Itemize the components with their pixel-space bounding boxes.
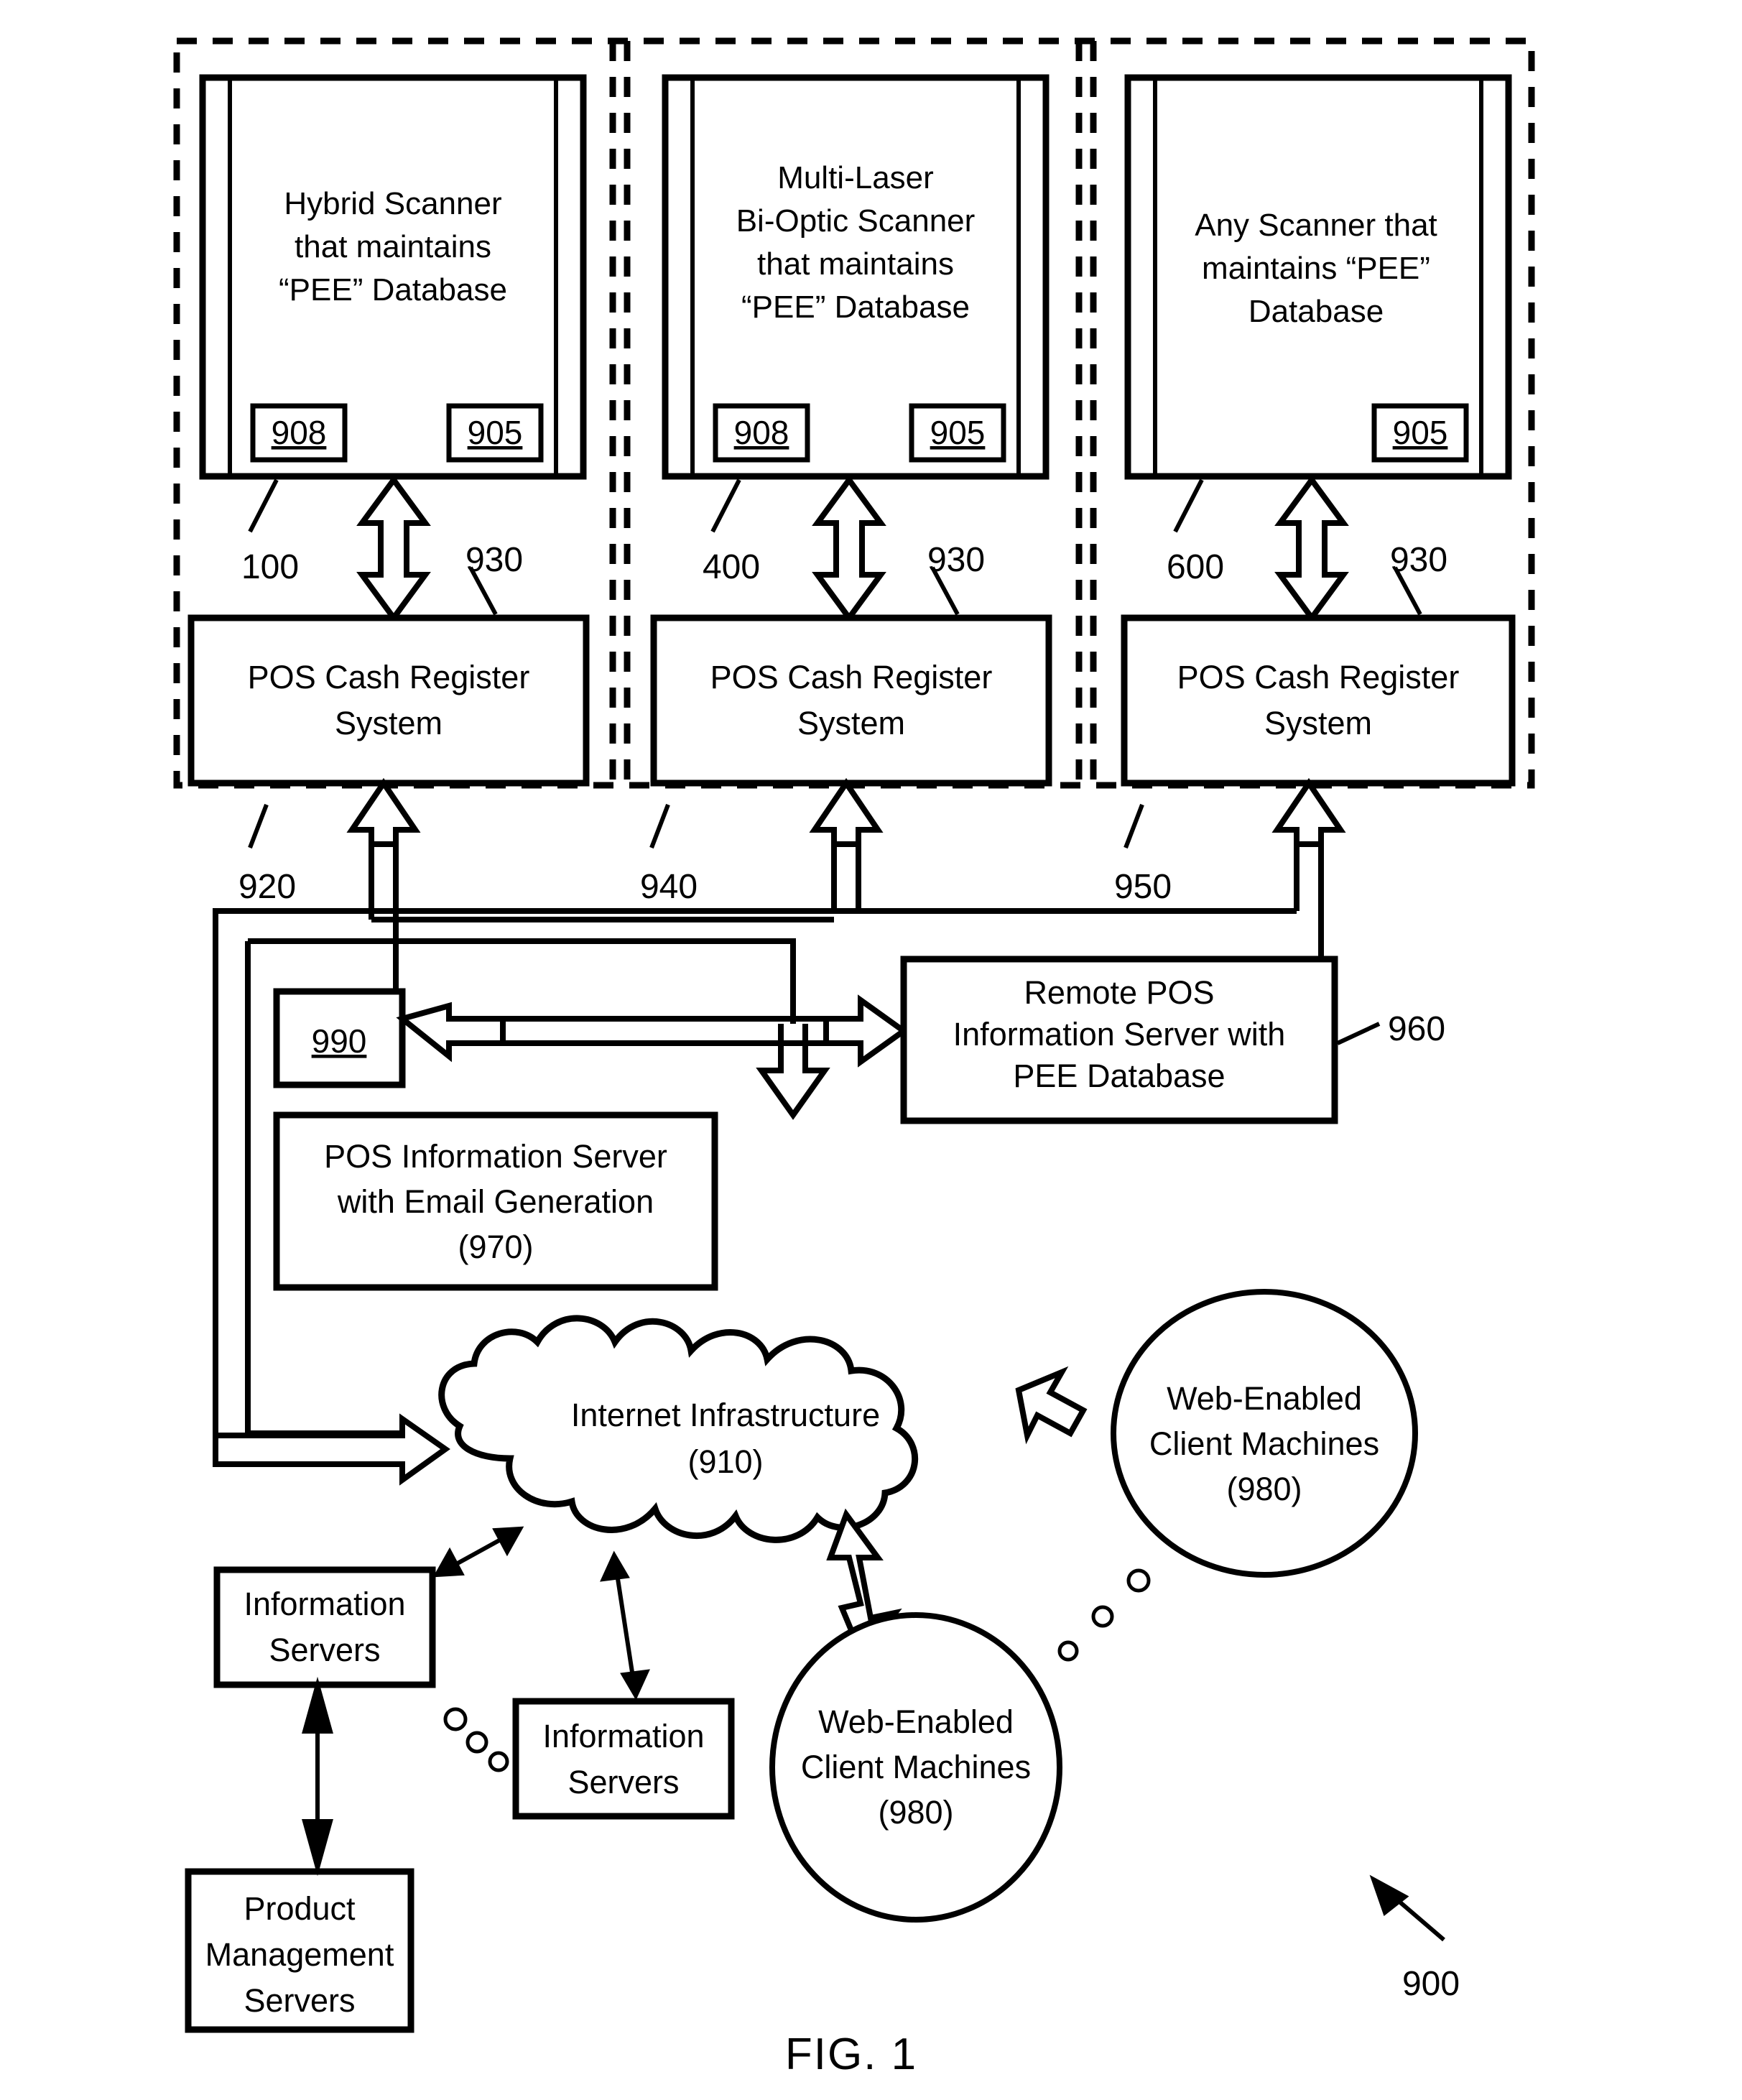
scanner-label-3-line1: Any Scanner that — [1195, 208, 1437, 243]
leader-line-920 — [248, 803, 269, 849]
internet-label-line2: (910) — [687, 1443, 763, 1480]
arrow-cloud-to-info1-head — [432, 1547, 465, 1578]
link-arrow-930-1 — [356, 475, 431, 623]
product-mgmt-line2: Management — [205, 1936, 394, 1973]
ref-label-600: 600 — [1167, 548, 1224, 586]
ref-label-930-2: 930 — [927, 541, 985, 579]
ref-label-905-2: 905 — [930, 414, 986, 451]
ref-label-940: 940 — [640, 868, 698, 906]
info-servers-2-line1: Information — [542, 1718, 704, 1754]
scanner-label-3-line2: maintains “PEE” — [1202, 251, 1430, 286]
scanner-label-2-line4: “PEE” Database — [741, 290, 970, 325]
bus-arrow-940 — [809, 777, 884, 847]
pos-register-box-1[interactable] — [187, 614, 590, 787]
ref-label-400: 400 — [703, 548, 760, 586]
info-servers-1-line1: Information — [244, 1586, 405, 1622]
ref-label-950: 950 — [1114, 868, 1172, 906]
ref-label-900: 900 — [1402, 1965, 1460, 2003]
ellipsis-dot-servers-1 — [443, 1707, 468, 1731]
leader-line-960 — [1336, 1022, 1381, 1045]
arrow-pm-to-info1-head-up — [302, 1676, 333, 1734]
ref-label-990: 990 — [312, 1022, 367, 1060]
pos-register-label-2-line1: POS Cash Register — [710, 659, 993, 695]
pos-register-label-1-line1: POS Cash Register — [248, 659, 530, 695]
client-top-line3: (980) — [1226, 1471, 1302, 1507]
remote-pos-server-line2: Information Server with — [953, 1016, 1286, 1053]
ref-label-960: 960 — [1388, 1010, 1445, 1048]
ellipsis-dot-client-2 — [1091, 1605, 1114, 1628]
link-arrow-930-3 — [1274, 475, 1349, 623]
scanner-label-1-line1: Hybrid Scanner — [284, 186, 501, 221]
ref-label-930-1: 930 — [465, 541, 523, 579]
arrow-info2-to-cloud-head — [620, 1669, 650, 1701]
arrow-into-pos-info-server — [756, 1040, 830, 1120]
patent-figure: Hybrid Scanner that maintains “PEE” Data… — [0, 0, 1742, 2100]
pos-register-box-2[interactable] — [650, 614, 1052, 787]
figure-1-diagram: Hybrid Scanner that maintains “PEE” Data… — [173, 37, 1535, 2079]
scanner-label-2-line2: Bi-Optic Scanner — [736, 203, 976, 239]
leader-arrowhead-900 — [1369, 1874, 1409, 1916]
arrow-info1-to-pm-head-down — [302, 1819, 333, 1877]
product-mgmt-line1: Product — [244, 1890, 356, 1927]
arrow-into-remote-server — [823, 994, 909, 1068]
info-servers-2-line2: Servers — [567, 1764, 679, 1800]
client-top-line2: Client Machines — [1149, 1425, 1379, 1462]
leader-line-600 — [1173, 478, 1204, 533]
pos-info-server-line1: POS Information Server — [324, 1138, 667, 1175]
leader-line-950 — [1124, 803, 1144, 849]
client-top-line1: Web-Enabled — [1167, 1380, 1362, 1417]
scanner-label-1-line3: “PEE” Database — [279, 272, 507, 307]
arrow-info1-to-cloud-head — [492, 1526, 524, 1557]
ellipsis-dot-client-1 — [1126, 1568, 1151, 1593]
client-bottom-line1: Web-Enabled — [818, 1703, 1014, 1740]
client-bottom-line2: Client Machines — [801, 1749, 1031, 1785]
product-mgmt-line3: Servers — [244, 1982, 355, 2019]
remote-pos-server-line3: PEE Database — [1013, 1058, 1225, 1094]
leader-line-400 — [710, 478, 741, 533]
scanner-label-3-line3: Database — [1248, 294, 1384, 329]
pos-info-server-line2: with Email Generation — [337, 1183, 654, 1220]
arrow-cloud-to-client-top — [1015, 1366, 1088, 1445]
pos-register-label-3-line1: POS Cash Register — [1177, 659, 1460, 695]
scanner-label-2-line3: that maintains — [757, 246, 954, 282]
ref-label-905-3: 905 — [1393, 414, 1448, 451]
arrow-cloud-to-info2-head — [600, 1550, 630, 1582]
ref-label-905-1: 905 — [468, 414, 523, 451]
panel-multilaser-scanner: Multi-Laser Bi-Optic Scanner that mainta… — [650, 74, 1052, 787]
scanner-label-2-line1: Multi-Laser — [777, 160, 934, 195]
ellipsis-dot-servers-2 — [465, 1731, 488, 1754]
link-arrow-930-2 — [812, 475, 886, 623]
pos-register-label-3-line2: System — [1264, 705, 1372, 741]
ref-label-908-2: 908 — [734, 414, 789, 451]
ellipsis-dot-servers-3 — [488, 1751, 509, 1772]
internet-label-line1: Internet Infrastructure — [571, 1397, 880, 1433]
bus-arrow-950 — [1271, 777, 1346, 847]
client-bottom-line3: (980) — [878, 1794, 953, 1831]
ref-label-100: 100 — [241, 548, 299, 586]
ellipsis-dot-client-3 — [1057, 1640, 1079, 1662]
scanner-label-1-line2: that maintains — [295, 229, 491, 264]
ref-label-930-3: 930 — [1390, 541, 1447, 579]
pos-register-label-1-line2: System — [335, 705, 443, 741]
remote-pos-server-line1: Remote POS — [1024, 974, 1214, 1011]
pos-register-box-3[interactable] — [1121, 614, 1516, 787]
pos-info-server-line3: (970) — [458, 1229, 533, 1265]
ref-label-908-1: 908 — [272, 414, 327, 451]
pos-register-label-2-line2: System — [797, 705, 905, 741]
panel-hybrid-scanner: Hybrid Scanner that maintains “PEE” Data… — [187, 74, 590, 787]
info-servers-1-line2: Servers — [269, 1632, 380, 1668]
leader-line-940 — [649, 803, 670, 849]
bus-arrow-920 — [346, 777, 421, 847]
arrow-into-990 — [396, 1002, 506, 1063]
panel-any-scanner: Any Scanner that maintains “PEE” Databas… — [1121, 74, 1516, 787]
leader-line-100 — [248, 478, 279, 533]
ref-label-920: 920 — [238, 868, 296, 906]
figure-caption: FIG. 1 — [785, 2030, 917, 2079]
